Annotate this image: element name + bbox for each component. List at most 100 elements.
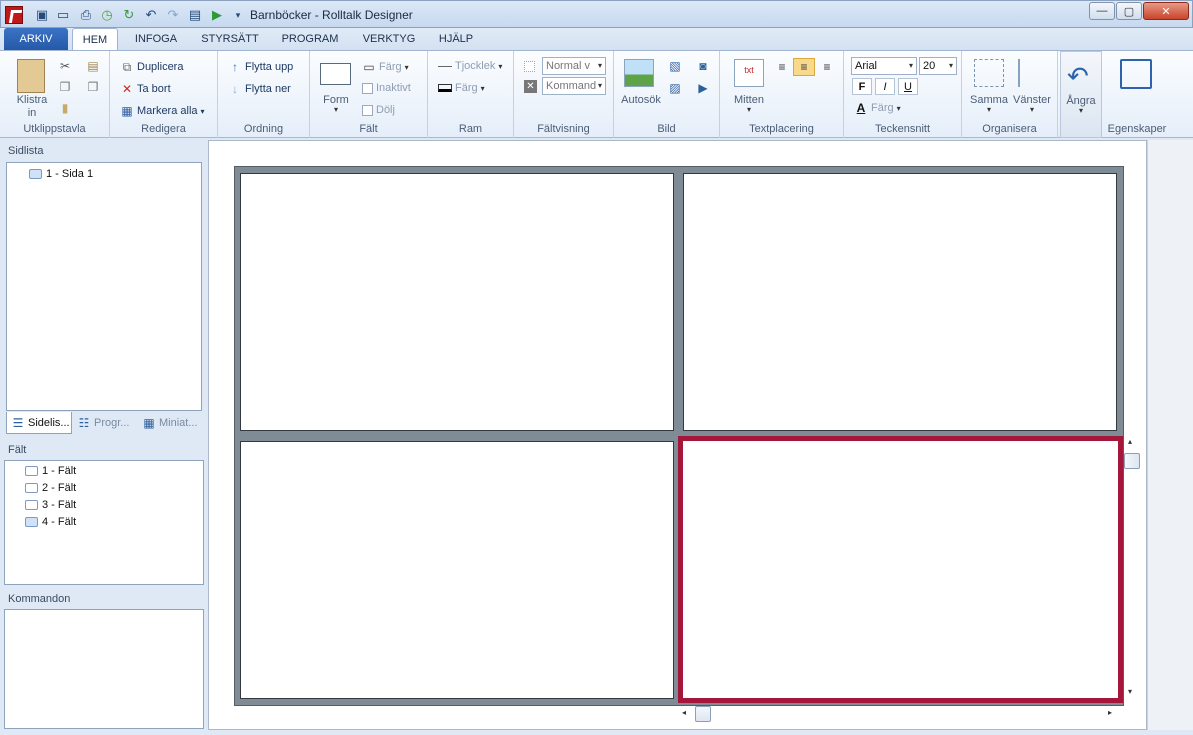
- chevron-down-icon: ▾: [597, 61, 602, 70]
- field-cell-4-selected[interactable]: [678, 436, 1123, 703]
- underline-button[interactable]: U: [898, 78, 918, 95]
- align-left-objects-icon[interactable]: [1018, 59, 1046, 87]
- tab-infoga[interactable]: INFOGA: [126, 28, 186, 50]
- text-placement-icon[interactable]: txt: [734, 59, 764, 87]
- scroll-up-icon[interactable]: ▴: [1128, 437, 1132, 446]
- refresh-icon[interactable]: ↻: [120, 6, 138, 24]
- tab-styrsatt[interactable]: STYRSÄTT: [196, 28, 264, 50]
- inactive-checkbox[interactable]: Inaktivt: [362, 82, 411, 94]
- maximize-button[interactable]: ▢: [1116, 2, 1142, 20]
- scroll-left-icon[interactable]: ◂: [682, 708, 686, 717]
- text-placement-dropdown-icon[interactable]: ▾: [726, 105, 772, 114]
- autosearch-image-icon[interactable]: [624, 59, 654, 87]
- align-right-icon[interactable]: ≡: [817, 58, 837, 76]
- open-folder-icon[interactable]: ▭: [54, 6, 72, 24]
- group-edit: ⧉ Duplicera ✕ Ta bort ▦ Markera alla ▾ Redig…: [110, 51, 218, 138]
- customize-icon[interactable]: ▾: [229, 6, 247, 24]
- edit-image-icon[interactable]: ▨: [668, 81, 682, 95]
- autosearch-label[interactable]: Autosök: [616, 94, 666, 106]
- camera-icon[interactable]: ◙: [696, 59, 710, 73]
- vertical-scrollbar[interactable]: ▴ ▾: [1124, 437, 1141, 704]
- field-item[interactable]: 3 - Fält: [25, 499, 76, 511]
- field-cell-1[interactable]: [240, 173, 674, 431]
- tab-verktyg[interactable]: VERKTYG: [356, 28, 422, 50]
- paste-icon[interactable]: [17, 59, 45, 93]
- field-cell-2[interactable]: [683, 173, 1117, 431]
- group-order: ↑ Flytta upp ↓ Flytta ner Ordning: [218, 51, 310, 138]
- tab-hem[interactable]: HEM: [72, 28, 118, 51]
- field-item[interactable]: 2 - Fält: [25, 482, 76, 494]
- tab-program[interactable]: PROGRAM: [272, 28, 348, 50]
- paste-special-icon[interactable]: ▤: [86, 59, 100, 73]
- scroll-right-icon[interactable]: ▸: [1108, 708, 1112, 717]
- tab-thumbnails[interactable]: ▦ Miniat...: [138, 412, 204, 434]
- move-down-button[interactable]: ↓ Flytta ner: [228, 82, 291, 96]
- properties-icon[interactable]: [1120, 59, 1152, 89]
- hide-checkbox[interactable]: Dölj: [362, 104, 395, 116]
- field-item[interactable]: 1 - Fält: [25, 465, 76, 477]
- field-item-selected[interactable]: 4 - Fält: [25, 516, 76, 528]
- delete-button[interactable]: ✕ Ta bort: [120, 82, 171, 96]
- select-all-button[interactable]: ▦ Markera alla ▾: [120, 104, 204, 118]
- bold-button[interactable]: F: [852, 78, 872, 95]
- minimize-button[interactable]: —: [1089, 2, 1115, 20]
- page-list-title: Sidlista: [8, 145, 44, 157]
- font-family-select[interactable]: Arial ▾: [851, 57, 917, 75]
- cut-icon[interactable]: ✂: [58, 59, 72, 73]
- font-size-value: 20: [923, 60, 936, 72]
- command-view-select[interactable]: Kommand ▾: [542, 77, 606, 95]
- frame-color-icon: [438, 84, 452, 92]
- save-icon[interactable]: ▣: [33, 6, 51, 24]
- page-list-item[interactable]: 1 - Sida 1: [29, 168, 93, 180]
- align-center-icon[interactable]: ≡: [793, 58, 815, 76]
- thickness-button[interactable]: Tjocklek ▾: [438, 60, 502, 72]
- align-left-icon[interactable]: ≡: [772, 58, 792, 76]
- insert-image-icon[interactable]: ▧: [668, 59, 682, 73]
- font-size-select[interactable]: 20 ▾: [919, 57, 957, 75]
- copy-special-icon[interactable]: ❐: [86, 80, 100, 94]
- print-icon[interactable]: ⎙: [77, 6, 95, 24]
- undo-dropdown-icon[interactable]: ▾: [1061, 106, 1101, 115]
- duplicate-button[interactable]: ⧉ Duplicera: [120, 60, 184, 74]
- field-cell-3[interactable]: [240, 441, 674, 699]
- paste-label-2[interactable]: in: [8, 107, 56, 119]
- group-label-edit: Redigera: [141, 123, 186, 135]
- move-up-button[interactable]: ↑ Flytta upp: [228, 60, 293, 74]
- page-item-label: 1 - Sida 1: [46, 168, 94, 180]
- field-color-button[interactable]: ▭ Färg ▾: [362, 60, 408, 74]
- horizontal-scrollbar[interactable]: ◂ ▸: [678, 705, 1120, 722]
- form-dropdown-icon[interactable]: ▾: [316, 105, 356, 114]
- undo-icon[interactable]: ↶: [142, 6, 160, 24]
- title-bar: ▣ ▭ ⎙ ◷ ↻ ↶ ↷ ▤ ▶ ▾ Barnböcker - Rolltal…: [0, 0, 1193, 28]
- paste-label[interactable]: Klistra: [8, 94, 56, 106]
- undo-large-icon: ↶: [1067, 61, 1089, 91]
- horizontal-scroll-thumb[interactable]: [695, 706, 711, 722]
- scroll-down-icon[interactable]: ▾: [1128, 687, 1132, 696]
- preview-icon[interactable]: ▤: [186, 6, 204, 24]
- group-label-field: Fält: [359, 123, 378, 135]
- group-label-order: Ordning: [243, 123, 284, 135]
- format-painter-icon[interactable]: ▮: [58, 101, 72, 115]
- ribbon-tab-bar: ARKIV HEM INFOGA STYRSÄTT PROGRAM VERKTY…: [0, 28, 1193, 51]
- form-shape-icon[interactable]: [320, 63, 351, 85]
- vertical-scroll-thumb[interactable]: [1124, 453, 1140, 469]
- align-left-dropdown-icon[interactable]: ▾: [1008, 105, 1056, 114]
- tab-arkiv[interactable]: ARKIV: [4, 28, 68, 50]
- redo-icon[interactable]: ↷: [164, 6, 182, 24]
- normal-view-select[interactable]: Normal v ▾: [542, 57, 606, 75]
- group-label-frame: Ram: [458, 123, 483, 135]
- italic-button[interactable]: I: [875, 78, 895, 95]
- font-color-button[interactable]: A Färg ▾: [854, 101, 901, 115]
- tab-sidelist[interactable]: ☰ Sidelis...: [6, 412, 72, 434]
- frame-color-button[interactable]: Färg ▾: [438, 82, 485, 94]
- copy-icon[interactable]: ❐: [58, 80, 72, 94]
- close-button[interactable]: ✕: [1143, 2, 1189, 20]
- tab-programs[interactable]: ☷ Progr...: [73, 412, 137, 434]
- video-camera-icon[interactable]: ▶: [696, 81, 710, 95]
- tab-hjalp[interactable]: HJÄLP: [430, 28, 482, 50]
- play-icon[interactable]: ▶: [208, 6, 226, 24]
- same-size-icon[interactable]: [974, 59, 1004, 87]
- same-size-dropdown-icon[interactable]: ▾: [966, 105, 1012, 114]
- history-icon[interactable]: ◷: [98, 6, 116, 24]
- undo-large-button[interactable]: ↶ Ångra ▾: [1060, 51, 1102, 138]
